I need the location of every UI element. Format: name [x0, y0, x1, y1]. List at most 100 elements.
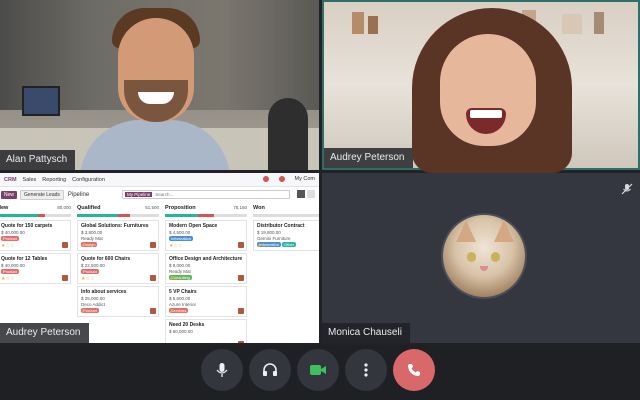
- column-header[interactable]: Proposition 78,150: [165, 205, 247, 213]
- crm-control-bar: New Generate Leads Pipeline My Pipeline …: [0, 188, 319, 202]
- video-camera-icon: [310, 365, 326, 375]
- card-tag: Product: [81, 269, 99, 274]
- card-customer: Gemini Furniture: [257, 236, 291, 241]
- kanban-card[interactable]: 5 VP Chairs $ 5,600.00 Azure Interior Servi…: [165, 286, 247, 317]
- card-title: Distributor Contract: [257, 223, 305, 229]
- card-value: $ 4,500.00: [169, 230, 191, 235]
- participant-avatar: [441, 213, 527, 299]
- kanban-column: Won Distributor Contract $ 19,800.00 Gemini…: [250, 205, 319, 343]
- priority-stars[interactable]: ★☆☆: [1, 243, 14, 249]
- progress-won: [0, 214, 38, 217]
- crm-top-nav: CRM Sales Reporting Configuration My Com: [0, 173, 319, 187]
- card-tag: Product: [1, 236, 19, 241]
- card-tag: Product: [1, 269, 19, 274]
- card-title: Quote for 150 carpets: [1, 223, 53, 229]
- kanban-card[interactable]: Quote for 150 carpets $ 40,000.00 Product ★…: [0, 220, 71, 251]
- priority-stars[interactable]: ★☆☆: [169, 309, 182, 315]
- column-header[interactable]: New 80,000: [0, 205, 71, 213]
- screen-share-tile[interactable]: CRM Sales Reporting Configuration My Com…: [0, 173, 319, 343]
- page-title: Pipeline: [67, 192, 90, 198]
- column-title: New: [0, 205, 9, 211]
- column-progress-bar: [0, 214, 71, 217]
- card-customer: Deco Addict: [81, 302, 106, 307]
- priority-stars[interactable]: ★☆☆: [169, 243, 182, 249]
- salesperson-avatar: [238, 275, 244, 281]
- card-value: $ 25,000.00: [81, 296, 105, 301]
- participant-teeth: [470, 110, 502, 118]
- card-value: $ 19,800.00: [257, 230, 281, 235]
- notification-icon[interactable]: [262, 176, 269, 182]
- column-progress-bar: [253, 214, 319, 217]
- kanban-card[interactable]: Modern Open Space $ 4,500.00 Information ★☆…: [165, 220, 247, 251]
- column-title: Won: [253, 205, 265, 211]
- nav-configuration[interactable]: Configuration: [72, 177, 105, 183]
- card-title: Global Solutions: Furnitures: [81, 223, 149, 229]
- kanban-card[interactable]: Office Design and Architecture $ 9,000.00…: [165, 253, 247, 284]
- participant-name-label: Audrey Peterson: [0, 323, 89, 343]
- new-button[interactable]: New: [1, 191, 18, 199]
- more-options-icon: [364, 363, 368, 377]
- kanban-card[interactable]: Info about services $ 25,000.00 Deco Addic…: [77, 286, 159, 317]
- card-tag: Other: [282, 242, 297, 247]
- kanban-card[interactable]: Global Solutions: Furnitures $ 3,800.00 Re…: [77, 220, 159, 251]
- column-amount: 51,500: [145, 205, 159, 210]
- background-monitor: [22, 86, 60, 116]
- microphone-button[interactable]: [201, 349, 243, 391]
- card-customer: Azure Interior: [169, 302, 197, 307]
- salesperson-avatar: [62, 275, 68, 281]
- search-input[interactable]: My Pipeline Search...: [122, 190, 290, 199]
- column-header[interactable]: Qualified 51,500: [77, 205, 159, 213]
- nav-reporting[interactable]: Reporting: [42, 177, 66, 183]
- progress-lost: [118, 214, 131, 217]
- column-header[interactable]: Won: [253, 205, 319, 213]
- salesperson-avatar: [238, 341, 244, 343]
- priority-stars[interactable]: ★☆☆: [81, 309, 94, 315]
- more-options-button[interactable]: [345, 349, 387, 391]
- participant-name-label: Monica Chauseli: [322, 323, 410, 343]
- salesperson-avatar: [150, 308, 156, 314]
- phone-hangup-icon: [408, 364, 420, 376]
- priority-stars[interactable]: ★★☆: [169, 276, 182, 282]
- priority-stars[interactable]: ★★☆: [257, 243, 270, 249]
- view-switcher: [297, 190, 315, 198]
- avatar-cat-eye: [491, 252, 500, 262]
- card-customer: Ready Mat: [169, 269, 191, 274]
- kanban-card[interactable]: Quote for 12 Tables $ 40,000.00 Product ★☆☆: [0, 253, 71, 284]
- audio-output-button[interactable]: [249, 349, 291, 391]
- nav-sales[interactable]: Sales: [23, 177, 37, 183]
- kanban-column: Proposition 78,150 Modern Open Space $ 4,50…: [162, 205, 250, 343]
- kanban-view-icon[interactable]: [297, 190, 305, 198]
- salesperson-avatar: [62, 242, 68, 248]
- card-tag: Information: [169, 236, 194, 241]
- hang-up-button[interactable]: [393, 349, 435, 391]
- kanban-card[interactable]: Quote for 600 Chairs $ 22,500.00 Product ★☆…: [77, 253, 159, 284]
- priority-stars[interactable]: ★☆☆: [1, 276, 14, 282]
- salesperson-avatar: [150, 242, 156, 248]
- list-view-icon[interactable]: [307, 190, 315, 198]
- participant-tile-alan[interactable]: Alan Pattysch: [0, 0, 319, 170]
- filter-tag[interactable]: My Pipeline: [125, 192, 153, 197]
- card-title: Office Design and Architecture: [169, 256, 243, 262]
- avatar-cat-ear: [456, 220, 476, 242]
- kanban-card[interactable]: Distributor Contract $ 19,800.00 Gemini Fu…: [253, 220, 319, 251]
- card-customer: Ready Mat: [81, 236, 103, 241]
- card-value: $ 40,000.00: [1, 263, 25, 268]
- chat-icon[interactable]: [278, 176, 285, 182]
- company-switcher[interactable]: My Com: [295, 176, 315, 182]
- priority-stars[interactable]: ★☆☆: [81, 276, 94, 282]
- column-amount: 78,150: [233, 205, 247, 210]
- card-title: 5 VP Chairs: [169, 289, 197, 295]
- priority-stars[interactable]: ★★☆: [81, 243, 94, 249]
- kanban-card[interactable]: Need 20 Desks $ 60,000.00: [165, 319, 247, 343]
- card-value: $ 3,800.00: [81, 230, 103, 235]
- salesperson-avatar: [238, 308, 244, 314]
- progress-won: [165, 214, 198, 217]
- search-placeholder: Search...: [155, 192, 174, 197]
- card-title: Need 20 Desks: [169, 322, 205, 328]
- generate-leads-button[interactable]: Generate Leads: [20, 190, 64, 200]
- call-control-bar: [0, 345, 640, 400]
- card-title: Quote for 600 Chairs: [81, 256, 131, 262]
- camera-button[interactable]: [297, 349, 339, 391]
- crm-app-name[interactable]: CRM: [4, 177, 17, 183]
- column-title: Qualified: [77, 205, 101, 211]
